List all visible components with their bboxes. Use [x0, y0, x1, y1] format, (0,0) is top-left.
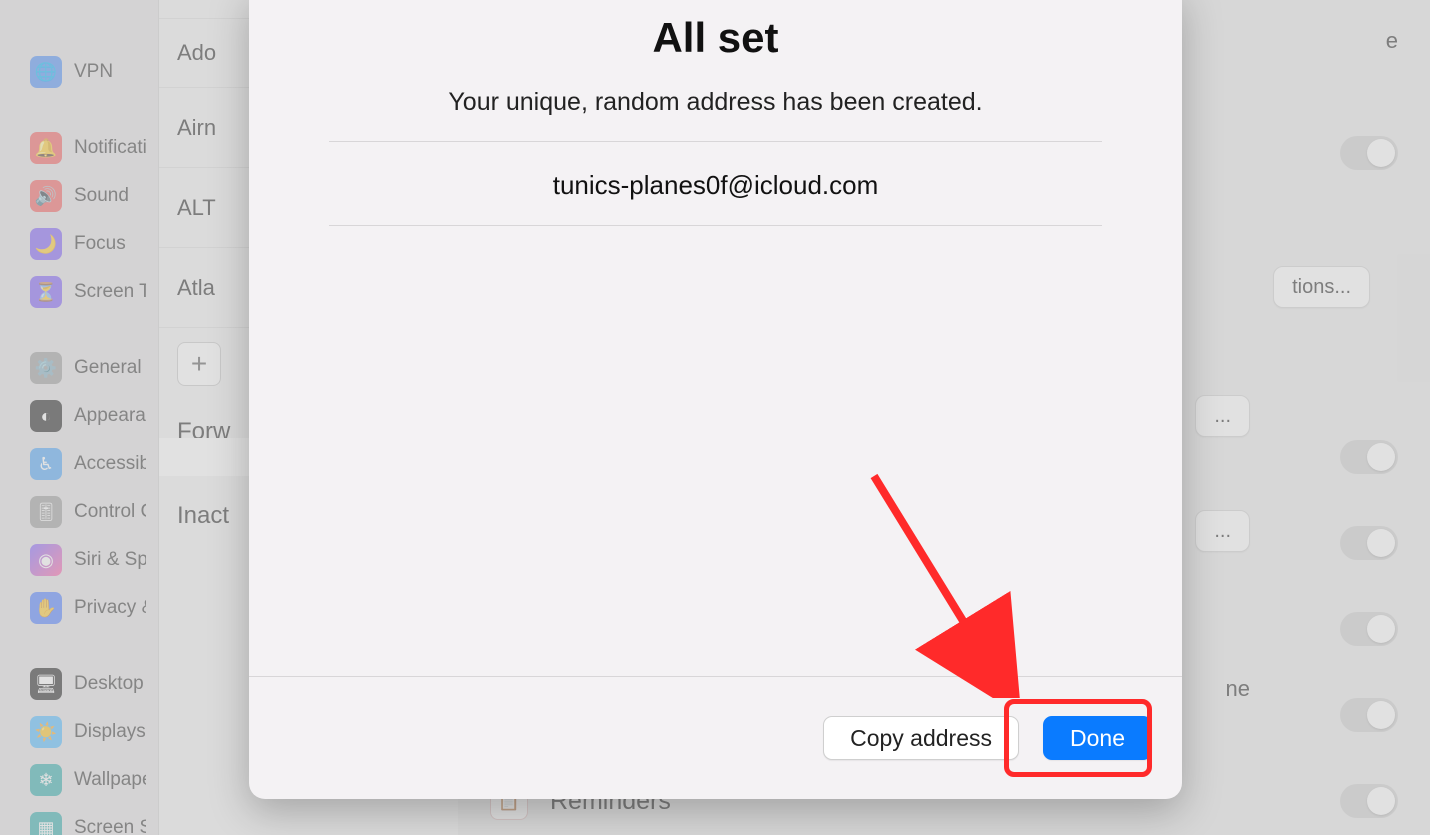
modal-title: All set: [249, 14, 1182, 62]
done-button[interactable]: Done: [1043, 716, 1152, 760]
modal-footer: Copy address Done: [249, 677, 1182, 799]
generated-email: tunics-planes0f@icloud.com: [249, 170, 1182, 201]
modal-subtitle: Your unique, random address has been cre…: [249, 88, 1182, 117]
separator: [329, 141, 1102, 142]
hide-my-email-modal: All set Your unique, random address has …: [249, 0, 1182, 799]
copy-address-button[interactable]: Copy address: [823, 716, 1019, 760]
